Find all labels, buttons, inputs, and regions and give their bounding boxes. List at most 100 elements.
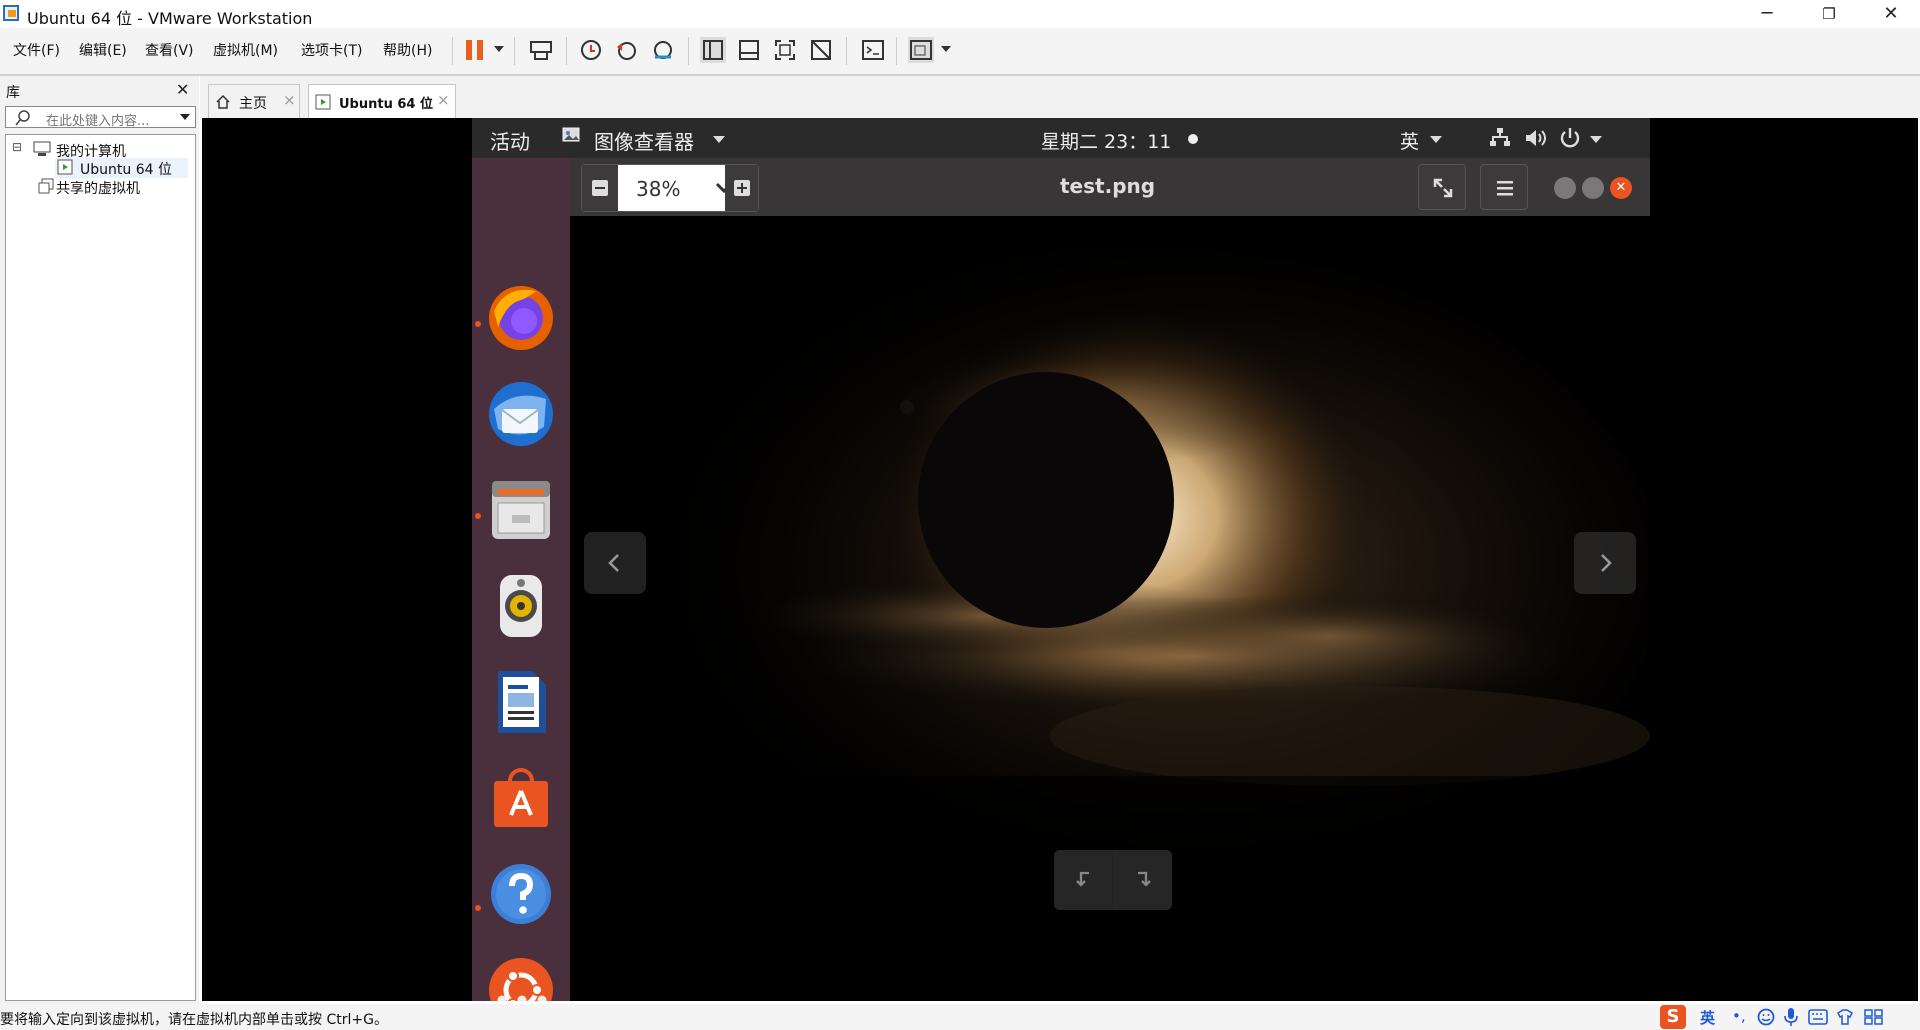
image-viewer-window: 38% test.png ✕ — [570, 158, 1650, 1001]
fullscreen-icon — [1433, 178, 1453, 198]
tab-home-close-icon[interactable]: × — [283, 91, 296, 109]
previous-image-button[interactable] — [584, 532, 646, 594]
ime-emoji-icon[interactable] — [1757, 1008, 1775, 1026]
window-close-icon[interactable]: ✕ — [1610, 177, 1632, 199]
menu-view[interactable]: 查看(V) — [145, 40, 194, 60]
app-menu-caret-icon[interactable] — [713, 136, 725, 143]
menu-tabs[interactable]: 选项卡(T) — [301, 40, 362, 60]
revert-snapshot-icon[interactable] — [614, 37, 640, 63]
menu-file[interactable]: 文件(F) — [13, 40, 60, 60]
pause-icon[interactable] — [462, 37, 488, 63]
fullscreen-button[interactable] — [1418, 164, 1466, 210]
console-view-icon[interactable] — [860, 37, 886, 63]
ime-mode[interactable]: 英 — [1700, 1007, 1715, 1028]
viewer-filename: test.png — [1060, 174, 1156, 198]
window-maximize-icon[interactable] — [1582, 177, 1604, 199]
tab-ubuntu-close-icon[interactable]: × — [437, 91, 450, 109]
tab-ubuntu[interactable]: Ubuntu 64 位 × — [308, 84, 456, 118]
volume-icon[interactable] — [1524, 127, 1548, 149]
unity-mode-icon[interactable] — [808, 37, 834, 63]
minimize-button[interactable]: ─ — [1738, 0, 1796, 28]
app-menu-label[interactable]: 图像查看器 — [594, 126, 694, 155]
tab-home[interactable]: 主页 × — [208, 84, 300, 118]
rotate-controls — [1054, 850, 1172, 910]
vmware-window: Ubuntu 64 位 - VMware Workstation ─ ❐ ✕ 文… — [0, 0, 1920, 1030]
tab-home-label: 主页 — [239, 96, 267, 112]
activities-button[interactable]: 活动 — [490, 126, 530, 155]
viewer-header-bar: 38% test.png ✕ — [570, 158, 1650, 216]
image-viewer-app-icon — [562, 127, 580, 142]
ime-skin-icon[interactable] — [1836, 1009, 1854, 1025]
menu-edit[interactable]: 编辑(E) — [79, 40, 127, 60]
stretch-dropdown-icon[interactable] — [941, 46, 951, 52]
rhythmbox-icon[interactable] — [486, 571, 556, 641]
shared-vms-icon — [38, 178, 54, 194]
send-ctrl-alt-del-icon[interactable] — [528, 37, 554, 63]
thunderbird-icon[interactable] — [486, 379, 556, 449]
vm-tab-icon — [315, 94, 331, 110]
full-screen-icon[interactable] — [772, 37, 798, 63]
hamburger-menu-button[interactable] — [1480, 164, 1528, 210]
library-search-input[interactable]: 在此处键入内容... — [5, 106, 196, 129]
menu-icon — [1497, 181, 1513, 196]
show-applications-icon[interactable] — [492, 990, 552, 1001]
ubuntu-dock — [472, 158, 570, 1001]
menu-help[interactable]: 帮助(H) — [383, 40, 432, 60]
network-icon[interactable] — [1488, 127, 1512, 149]
zoom-out-button[interactable] — [582, 165, 618, 211]
help-icon[interactable] — [486, 859, 556, 929]
zoom-level: 38% — [636, 177, 681, 201]
computer-icon — [33, 141, 51, 156]
window-minimize-icon[interactable] — [1554, 177, 1576, 199]
files-icon[interactable] — [486, 475, 556, 545]
library-title: 库 — [6, 85, 20, 101]
rotate-right-icon[interactable] — [1132, 869, 1154, 891]
menu-vm[interactable]: 虚拟机(M) — [213, 40, 278, 60]
firefox-icon[interactable] — [486, 283, 556, 353]
show-library-icon[interactable] — [700, 37, 726, 63]
close-window-button[interactable]: ✕ — [1862, 0, 1920, 28]
ime-voice-icon[interactable] — [1783, 1007, 1799, 1027]
status-bar: 要将输入定向到该虚拟机，请在虚拟机内部单击或按 Ctrl+G。 S 英 •, — [0, 1004, 1920, 1030]
snapshot-manager-icon[interactable] — [650, 37, 676, 63]
libreoffice-writer-icon[interactable] — [486, 667, 556, 737]
search-dropdown-icon[interactable] — [180, 114, 190, 120]
input-method-indicator[interactable]: 英 — [1400, 127, 1419, 154]
tab-bar: 主页 × Ubuntu 64 位 × — [200, 76, 1920, 118]
library-tree: ⊟ 我的计算机 Ubuntu 64 位 共享的虚拟机 — [5, 134, 196, 1001]
stretch-guest-icon[interactable] — [908, 37, 934, 63]
zoom-in-button[interactable] — [725, 165, 758, 211]
tree-collapse-icon[interactable]: ⊟ — [12, 140, 22, 154]
next-image-button[interactable] — [1574, 532, 1636, 594]
library-panel: 库 ✕ 在此处键入内容... ⊟ 我的计算机 Ubuntu 64 位 共享的虚拟… — [0, 76, 199, 1004]
tab-ubuntu-label: Ubuntu 64 位 — [339, 97, 433, 112]
system-menu-caret-icon[interactable] — [1590, 136, 1602, 143]
chevron-left-icon — [608, 554, 619, 572]
ubuntu-software-icon[interactable] — [486, 763, 556, 833]
library-close-button[interactable]: ✕ — [176, 80, 189, 99]
title-bar: Ubuntu 64 位 - VMware Workstation ─ ❐ ✕ — [0, 0, 1920, 28]
home-icon — [216, 94, 230, 109]
restore-button[interactable]: ❐ — [1800, 0, 1858, 28]
image-canvas[interactable] — [570, 216, 1650, 1001]
ime-toolbox-icon[interactable] — [1864, 1009, 1884, 1025]
tree-shared-vms[interactable]: 共享的虚拟机 — [56, 178, 140, 198]
zoom-in-icon — [734, 180, 750, 196]
sogou-ime-icon[interactable]: S — [1660, 1005, 1686, 1029]
ime-keyboard-icon[interactable] — [1808, 1009, 1828, 1025]
rotate-left-icon[interactable] — [1073, 869, 1095, 891]
status-message: 要将输入定向到该虚拟机，请在虚拟机内部单击或按 Ctrl+G。 — [0, 1012, 388, 1028]
vmware-app-icon — [3, 5, 19, 21]
running-indicator — [475, 321, 481, 327]
power-icon[interactable] — [1558, 126, 1582, 150]
ime-punctuation-icon[interactable]: •, — [1732, 1007, 1746, 1025]
clock[interactable]: 星期二 23：11 — [1041, 127, 1171, 154]
tree-ubuntu-vm[interactable]: Ubuntu 64 位 — [80, 159, 172, 179]
input-method-caret-icon[interactable] — [1430, 136, 1442, 143]
snapshot-icon[interactable] — [578, 37, 604, 63]
thumbnail-bar-icon[interactable] — [736, 37, 762, 63]
power-dropdown-icon[interactable] — [494, 46, 504, 52]
vm-running-icon — [57, 159, 73, 175]
ubuntu-desktop[interactable]: 活动 图像查看器 星期二 23：11 英 38% test.png ✕ — [472, 118, 1650, 1001]
search-placeholder: 在此处键入内容... — [46, 114, 150, 129]
